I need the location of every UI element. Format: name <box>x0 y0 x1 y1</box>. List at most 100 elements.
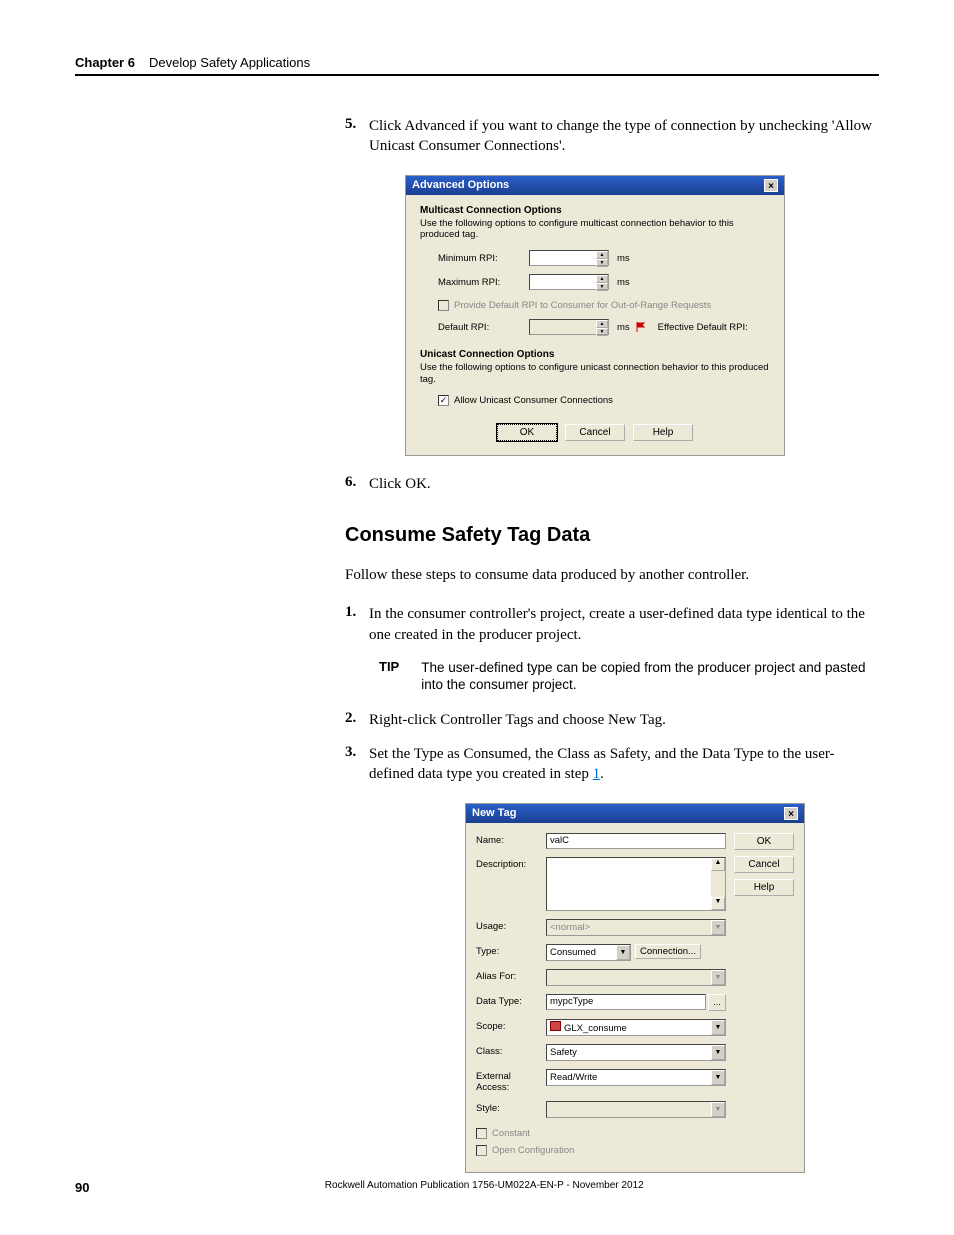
chevron-down-icon[interactable]: ▼ <box>616 945 630 960</box>
step-text: Right-click Controller Tags and choose N… <box>369 710 666 730</box>
spin-down-icon[interactable]: ▼ <box>596 283 608 291</box>
step-number: 3. <box>345 744 369 785</box>
step-number: 2. <box>345 710 369 730</box>
step-number: 6. <box>345 474 369 494</box>
scope-label: Scope: <box>476 1019 546 1032</box>
tip-label: TIP <box>379 659 399 694</box>
min-rpi-row: Minimum RPI: ▲▼ ms <box>438 250 770 266</box>
chevron-down-icon: ▼ <box>711 920 725 935</box>
alias-select: ▼ <box>546 969 726 986</box>
name-input[interactable]: valC <box>546 833 726 849</box>
ok-button[interactable]: OK <box>497 424 557 441</box>
spin-down-icon[interactable]: ▼ <box>596 259 608 267</box>
help-button[interactable]: Help <box>734 879 794 896</box>
max-rpi-input[interactable]: ▲▼ <box>529 274 609 290</box>
scroll-up-icon[interactable]: ▲ <box>711 858 725 871</box>
chevron-down-icon[interactable]: ▼ <box>711 1070 725 1085</box>
chapter-label: Chapter 6 <box>75 55 135 70</box>
datatype-input[interactable]: mypcType <box>546 994 706 1010</box>
chevron-down-icon: ▼ <box>711 1102 725 1117</box>
checkbox-icon <box>476 1145 487 1156</box>
open-config-label: Open Configuration <box>492 1145 574 1156</box>
external-access-label: External Access: <box>476 1069 546 1093</box>
unicast-section-header: Unicast Connection Options <box>420 349 770 360</box>
style-label: Style: <box>476 1101 546 1114</box>
dialog-titlebar: Advanced Options × <box>406 176 784 195</box>
cancel-button[interactable]: Cancel <box>565 424 625 441</box>
default-rpi-row: Default RPI: ▲▼ ms Effective Default RPI… <box>438 319 770 335</box>
class-select[interactable]: Safety ▼ <box>546 1044 726 1061</box>
chevron-down-icon[interactable]: ▼ <box>711 1045 725 1060</box>
dialog-titlebar: New Tag × <box>466 804 804 823</box>
step-number: 1. <box>345 604 369 645</box>
multicast-section-header: Multicast Connection Options <box>420 205 770 216</box>
constant-checkbox-row: Constant <box>476 1128 726 1139</box>
allow-unicast-label: Allow Unicast Consumer Connections <box>454 395 613 406</box>
cancel-button[interactable]: Cancel <box>734 856 794 873</box>
default-rpi-label: Default RPI: <box>438 322 523 333</box>
step-text: In the consumer controller's project, cr… <box>369 604 879 645</box>
chapter-title: Develop Safety Applications <box>149 55 310 70</box>
unit-label: ms <box>617 253 630 264</box>
open-config-checkbox-row: Open Configuration <box>476 1145 726 1156</box>
checkbox-icon <box>438 300 449 311</box>
page-header: Chapter 6 Develop Safety Applications <box>75 55 879 76</box>
style-select: ▼ <box>546 1101 726 1118</box>
step-text: Click Advanced if you want to change the… <box>369 116 879 157</box>
advanced-options-dialog: Advanced Options × Multicast Connection … <box>405 175 785 457</box>
type-label: Type: <box>476 944 546 957</box>
ok-button[interactable]: OK <box>734 833 794 850</box>
description-input[interactable]: ▲▼ <box>546 857 726 911</box>
step-3: 3. Set the Type as Consumed, the Class a… <box>345 744 879 785</box>
tip-block: TIP The user-defined type can be copied … <box>379 659 879 694</box>
max-rpi-label: Maximum RPI: <box>438 277 523 288</box>
usage-label: Usage: <box>476 919 546 932</box>
scrollbar[interactable]: ▲▼ <box>711 858 725 910</box>
step-text: Click OK. <box>369 474 431 494</box>
multicast-section-desc: Use the following options to configure m… <box>420 218 770 241</box>
chevron-down-icon: ▼ <box>711 970 725 985</box>
scope-select[interactable]: GLX_consume ▼ <box>546 1019 726 1036</box>
type-select[interactable]: Consumed ▼ <box>546 944 631 961</box>
spin-up-icon[interactable]: ▲ <box>596 275 608 283</box>
step-number: 5. <box>345 116 369 157</box>
allow-unicast-checkbox-row[interactable]: ✓ Allow Unicast Consumer Connections <box>438 395 770 406</box>
section-heading: Consume Safety Tag Data <box>345 524 879 547</box>
datatype-label: Data Type: <box>476 994 546 1007</box>
scroll-down-icon[interactable]: ▼ <box>711 897 725 910</box>
connection-button[interactable]: Connection... <box>635 944 701 959</box>
page-footer: 90 Rockwell Automation Publication 1756-… <box>75 1180 879 1195</box>
close-icon[interactable]: × <box>764 179 778 192</box>
max-rpi-row: Maximum RPI: ▲▼ ms <box>438 274 770 290</box>
dialog-title: Advanced Options <box>412 179 509 191</box>
checkbox-checked-icon[interactable]: ✓ <box>438 395 449 406</box>
browse-button[interactable]: ... <box>708 994 726 1011</box>
provide-default-label: Provide Default RPI to Consumer for Out-… <box>454 300 711 311</box>
step-1: 1. In the consumer controller's project,… <box>345 604 879 645</box>
close-icon[interactable]: × <box>784 807 798 820</box>
usage-select: <normal> ▼ <box>546 919 726 936</box>
tip-text: The user-defined type can be copied from… <box>421 659 879 694</box>
provide-default-checkbox-row: Provide Default RPI to Consumer for Out-… <box>438 300 770 311</box>
class-label: Class: <box>476 1044 546 1057</box>
effective-default-label: Effective Default RPI: <box>658 322 748 333</box>
name-label: Name: <box>476 833 546 846</box>
help-button[interactable]: Help <box>633 424 693 441</box>
default-rpi-input: ▲▼ <box>529 319 609 335</box>
spin-up-icon[interactable]: ▲ <box>596 251 608 259</box>
spin-up-icon: ▲ <box>596 320 608 328</box>
flag-icon <box>636 322 646 332</box>
publication-info: Rockwell Automation Publication 1756-UM0… <box>325 1180 644 1195</box>
chevron-down-icon[interactable]: ▼ <box>711 1020 725 1035</box>
step-6: 6. Click OK. <box>345 474 879 494</box>
min-rpi-input[interactable]: ▲▼ <box>529 250 609 266</box>
min-rpi-label: Minimum RPI: <box>438 253 523 264</box>
external-access-select[interactable]: Read/Write ▼ <box>546 1069 726 1086</box>
new-tag-dialog: New Tag × Name: valC Description: ▲▼ <box>465 803 805 1173</box>
dialog-title: New Tag <box>472 807 516 819</box>
unicast-section-desc: Use the following options to configure u… <box>420 362 770 385</box>
step-text: Set the Type as Consumed, the Class as S… <box>369 744 879 785</box>
alias-label: Alias For: <box>476 969 546 982</box>
section-intro: Follow these steps to consume data produ… <box>345 565 879 586</box>
page-number: 90 <box>75 1180 89 1195</box>
